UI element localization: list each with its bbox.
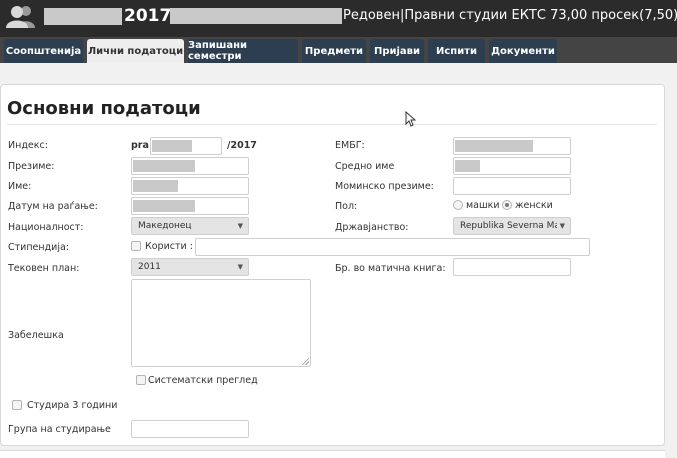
tab-exams[interactable]: Испити: [428, 39, 485, 63]
registry-number-input[interactable]: [453, 258, 571, 276]
scholarship-input[interactable]: [195, 238, 590, 256]
gender-female-label: женски: [515, 200, 553, 211]
index-label: Индекс:: [8, 140, 48, 151]
birthdate-label: Датум на раѓање:: [8, 201, 98, 212]
tab-announcements[interactable]: Соопштенија: [4, 39, 83, 63]
student-status-info: Редовен|Правни студии ЕКТС 73,00 просек(…: [343, 8, 677, 23]
scholarship-checkbox-label: Користи :: [145, 241, 193, 252]
citizenship-value: Republika Severna Ma: [460, 221, 560, 231]
main-tabs: Соопштенија Лични податоци Запишани семе…: [0, 37, 677, 63]
tab-documents[interactable]: Документи: [489, 39, 557, 63]
redacted-value: [152, 140, 192, 152]
curriculum-value: 2011: [138, 262, 161, 272]
note-label: Забелешка: [8, 330, 64, 341]
nationality-select[interactable]: Македонец ▼: [131, 217, 249, 235]
middle-name-label: Средно име: [335, 161, 395, 172]
curriculum-select[interactable]: 2011 ▼: [131, 258, 249, 276]
maiden-name-label: Моминско презиме:: [335, 181, 434, 192]
mouse-cursor-icon: [405, 111, 417, 127]
redacted-value: [455, 160, 480, 172]
medical-checkbox-label: Систематски преглед: [148, 375, 258, 386]
resize-handle-icon[interactable]: [301, 357, 309, 365]
enrollment-year: 2017: [124, 6, 172, 26]
registry-number-label: Бр. во матична книга:: [335, 263, 446, 274]
scholarship-checkbox[interactable]: [131, 241, 141, 251]
section-title: Основни податоци: [7, 98, 201, 119]
gender-male-radio[interactable]: [453, 200, 463, 210]
chevron-down-icon: ▼: [237, 222, 243, 230]
redacted-value: [133, 200, 195, 212]
curriculum-label: Тековен план:: [8, 263, 80, 274]
tab-subjects[interactable]: Предмети: [302, 39, 366, 63]
gender-female-radio[interactable]: [502, 200, 512, 210]
embg-label: ЕМБГ:: [335, 140, 365, 151]
chevron-down-icon: ▼: [237, 263, 243, 271]
medical-checkbox[interactable]: [136, 375, 146, 385]
app-header: 2017 Редовен|Правни студии ЕКТС 73,00 пр…: [0, 0, 677, 37]
study-3-years-label: Студира 3 години: [27, 400, 118, 411]
index-year-suffix: /2017: [227, 140, 257, 151]
index-prefix: pra: [131, 140, 149, 151]
nationality-value: Македонец: [138, 221, 192, 231]
redacted-value: [133, 160, 195, 172]
tab-enrolled-semesters[interactable]: Запишани семестри: [188, 39, 298, 63]
note-textarea[interactable]: [131, 279, 311, 367]
tab-personal-data[interactable]: Лични податоци: [87, 39, 184, 63]
users-icon: [6, 6, 35, 28]
redacted-value: [133, 180, 178, 192]
name-label: Име:: [8, 181, 32, 192]
gender-label: Пол:: [335, 201, 358, 212]
surname-label: Презиме:: [8, 161, 55, 172]
chevron-down-icon: ▼: [556, 222, 565, 230]
title-divider: [7, 124, 657, 125]
redacted-value: [455, 140, 533, 152]
gender-male-label: машки: [466, 200, 500, 211]
citizenship-select[interactable]: Republika Severna Ma ▼: [453, 217, 571, 235]
maiden-name-input[interactable]: [453, 177, 571, 195]
study-group-input[interactable]: [131, 420, 249, 438]
study-group-label: Група на студирање: [8, 424, 111, 435]
redacted-text: [170, 8, 342, 24]
redacted-name: [44, 8, 122, 25]
tab-applications[interactable]: Пријави: [370, 39, 424, 63]
scholarship-label: Стипендија:: [8, 242, 70, 253]
study-3-years-checkbox[interactable]: [12, 400, 22, 410]
next-panel-edge: [0, 450, 665, 458]
citizenship-label: Државјанство:: [335, 222, 409, 233]
nationality-label: Националност:: [8, 222, 84, 233]
